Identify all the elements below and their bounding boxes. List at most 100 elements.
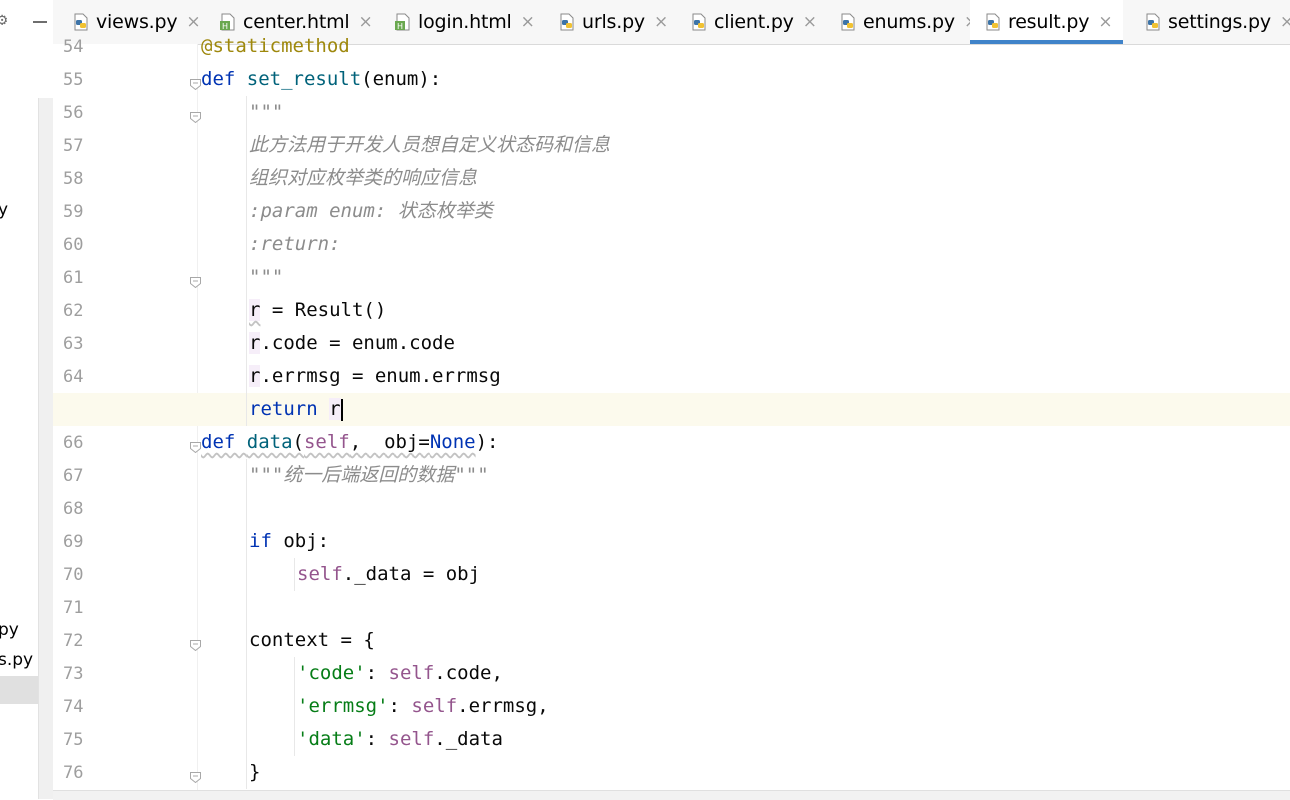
code-line[interactable]: """统一后端返回的数据""" bbox=[249, 459, 489, 492]
code-token: """统一后端返回的数据""" bbox=[249, 464, 489, 486]
fold-marker-icon[interactable] bbox=[190, 273, 201, 289]
line-number: 70 bbox=[63, 565, 84, 585]
tab-client-py[interactable]: client.py × bbox=[676, 0, 818, 44]
indent-guide bbox=[246, 525, 247, 558]
gear-icon[interactable]: ⚙ bbox=[0, 10, 15, 30]
code-line[interactable]: self._data = obj bbox=[297, 558, 480, 591]
line-number: 61 bbox=[63, 268, 84, 288]
line-number: 62 bbox=[63, 301, 84, 321]
code-token: self bbox=[388, 662, 435, 684]
code-line[interactable]: def set_result(enum): bbox=[201, 63, 441, 96]
close-icon[interactable]: × bbox=[1098, 12, 1112, 32]
code-line[interactable]: r.code = enum.code bbox=[249, 327, 455, 360]
code-line[interactable]: 'errmsg': self.errmsg, bbox=[297, 690, 549, 723]
code-token: self bbox=[303, 431, 350, 453]
project-panel-scrollbar[interactable] bbox=[38, 98, 53, 799]
project-file-fragment[interactable]: py bbox=[0, 620, 19, 640]
indent-guide bbox=[294, 657, 295, 690]
fold-marker-icon[interactable] bbox=[190, 768, 201, 784]
code-token: 'code' bbox=[297, 662, 366, 684]
current-line-highlight bbox=[53, 393, 1290, 426]
tab-urls-py[interactable]: urls.py × bbox=[544, 0, 670, 44]
code-token: """ bbox=[249, 101, 284, 123]
code-line[interactable]: @staticmethod bbox=[201, 30, 350, 63]
code-line[interactable]: if obj: bbox=[249, 525, 329, 558]
code-line[interactable]: r.errmsg = enum.errmsg bbox=[249, 360, 501, 393]
fold-marker-icon[interactable] bbox=[190, 636, 201, 652]
indent-guide bbox=[246, 162, 247, 195]
html-file-icon: H bbox=[219, 13, 237, 31]
close-icon[interactable]: × bbox=[186, 12, 200, 32]
code-token: None bbox=[429, 431, 476, 453]
tab-label: views.py bbox=[96, 11, 178, 33]
indent-guide bbox=[246, 129, 247, 162]
tab-label: client.py bbox=[714, 11, 794, 33]
code-line[interactable]: 'data': self._data bbox=[297, 723, 503, 756]
code-line[interactable]: context = { bbox=[249, 624, 375, 657]
line-number: 71 bbox=[63, 598, 84, 618]
code-line[interactable]: """ bbox=[249, 96, 283, 129]
python-file-icon bbox=[984, 13, 1002, 31]
project-file-fragment[interactable]: y bbox=[0, 200, 8, 220]
indent-guide bbox=[246, 228, 247, 261]
code-token: .errmsg = enum.errmsg bbox=[260, 365, 501, 387]
code-line[interactable]: :param enum: 状态枚举类 bbox=[249, 195, 493, 228]
close-icon[interactable]: × bbox=[359, 12, 373, 32]
code-token: (enum): bbox=[361, 68, 442, 90]
indent-guide bbox=[246, 261, 247, 294]
code-line[interactable]: def data(self, obj=None): bbox=[201, 426, 498, 459]
indent-guide bbox=[246, 327, 247, 360]
code-line[interactable]: 'code': self.code, bbox=[297, 657, 503, 690]
code-token: self bbox=[411, 695, 458, 717]
tab-login-html[interactable]: Hlogin.html × bbox=[380, 0, 537, 44]
code-token: self bbox=[388, 728, 435, 750]
line-number: 54 bbox=[63, 37, 84, 57]
python-file-icon bbox=[690, 13, 708, 31]
collapse-icon[interactable] bbox=[33, 21, 47, 23]
active-tab-underline bbox=[970, 40, 1123, 44]
code-token: ._data bbox=[434, 728, 503, 750]
line-number: 76 bbox=[63, 763, 84, 783]
close-icon[interactable]: × bbox=[803, 12, 817, 32]
svg-text:H: H bbox=[397, 22, 403, 31]
fold-marker-icon[interactable] bbox=[190, 438, 201, 454]
tab-label: settings.py bbox=[1168, 11, 1271, 33]
code-token: obj: bbox=[283, 530, 330, 552]
code-token: set_result bbox=[246, 68, 362, 90]
code-line[interactable]: } bbox=[249, 756, 260, 789]
code-token: .code = enum.code bbox=[260, 332, 455, 354]
code-token: context = { bbox=[249, 629, 375, 651]
code-token: return bbox=[249, 398, 330, 420]
code-line[interactable]: r = Result() bbox=[249, 294, 386, 327]
line-number: 72 bbox=[63, 631, 84, 651]
close-icon[interactable]: × bbox=[654, 12, 668, 32]
line-number: 68 bbox=[63, 499, 84, 519]
code-token: 'errmsg' bbox=[297, 695, 389, 717]
line-number: 67 bbox=[63, 466, 84, 486]
code-line[interactable]: :return: bbox=[249, 228, 341, 261]
tab-result-py[interactable]: result.py × bbox=[970, 0, 1123, 44]
project-panel: ⚙ y py s.py bbox=[0, 0, 53, 799]
line-number: 59 bbox=[63, 202, 84, 222]
indent-guide bbox=[246, 723, 247, 756]
code-token: ._data = obj bbox=[342, 563, 481, 585]
tab-settings-py[interactable]: settings.py × bbox=[1130, 0, 1290, 44]
code-token: 此方法用于开发人员想自定义状态码和信息 bbox=[249, 134, 611, 156]
code-token: data bbox=[246, 431, 293, 453]
code-line[interactable]: """ bbox=[249, 261, 283, 294]
indent-guide bbox=[246, 756, 247, 789]
code-token: r bbox=[249, 299, 261, 321]
code-token: 'data' bbox=[297, 728, 366, 750]
tab-enums-py[interactable]: enums.py× bbox=[825, 0, 978, 44]
line-number: 56 bbox=[63, 103, 84, 123]
code-line[interactable]: 组织对应枚举类的响应信息 bbox=[249, 162, 477, 195]
close-icon[interactable]: × bbox=[521, 12, 535, 32]
fold-marker-icon[interactable] bbox=[190, 75, 201, 91]
line-number: 63 bbox=[63, 334, 84, 354]
close-icon[interactable]: × bbox=[1280, 12, 1290, 32]
project-file-fragment[interactable]: s.py bbox=[0, 650, 33, 670]
code-line[interactable]: 此方法用于开发人员想自定义状态码和信息 bbox=[249, 129, 610, 162]
code-line[interactable]: return r bbox=[249, 393, 343, 426]
html-file-icon: H bbox=[394, 13, 412, 31]
fold-marker-icon[interactable] bbox=[190, 108, 201, 124]
